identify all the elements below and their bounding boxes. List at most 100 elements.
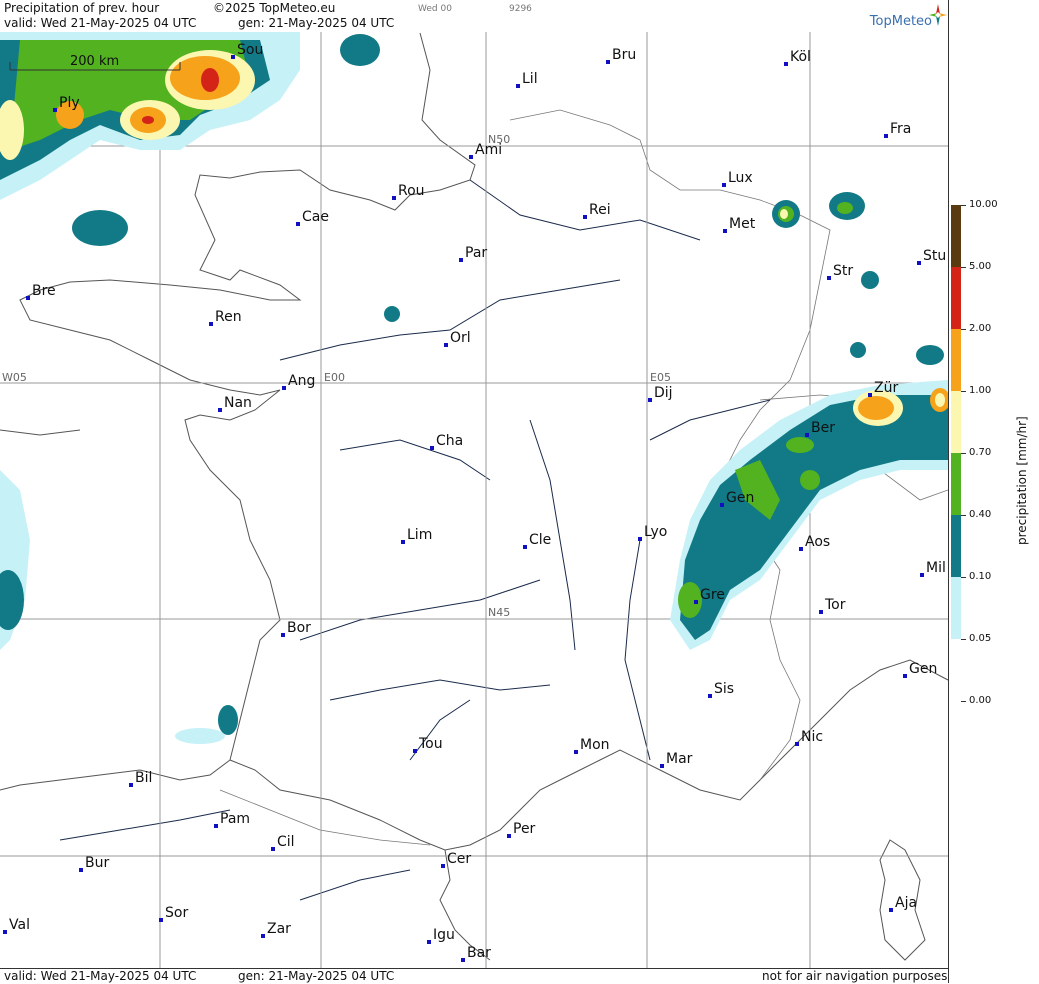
navigation-notice: not for air navigation purposes <box>762 969 948 983</box>
legend-level-label: 1.00 <box>969 385 992 396</box>
city-marker: Val <box>3 917 30 934</box>
city-label: Gen <box>726 490 754 506</box>
city-dot <box>444 343 448 347</box>
city-dot <box>469 155 473 159</box>
legend-color-band <box>951 329 961 391</box>
city-marker: Ang <box>282 373 315 390</box>
city-marker: Lim <box>401 527 432 544</box>
legend-tick <box>961 205 966 206</box>
city-dot <box>459 258 463 262</box>
city-dot <box>26 296 30 300</box>
city-label: Cae <box>302 209 329 225</box>
map-header: Precipitation of prev. hour ©2025 TopMet… <box>0 0 948 32</box>
city-label: Rou <box>398 183 425 199</box>
city-label: Cha <box>436 433 463 449</box>
city-label: Cle <box>529 532 551 548</box>
city-dot <box>819 610 823 614</box>
city-dot <box>889 908 893 912</box>
legend-tick <box>961 453 966 454</box>
city-marker: Ren <box>209 309 242 326</box>
city-dot <box>79 868 83 872</box>
city-dot <box>507 834 511 838</box>
city-marker: Bru <box>606 47 636 64</box>
city-label: Bil <box>135 770 152 786</box>
city-marker: Lyo <box>638 524 667 541</box>
legend-tick <box>961 639 966 640</box>
map-canvas: N50 N45 W05 E00 E05 200 km SouPlyBru Köl… <box>0 32 950 968</box>
lat-label-n45: N45 <box>488 606 510 619</box>
legend-level-label: 0.00 <box>969 695 992 706</box>
city-label: Stu <box>923 248 946 264</box>
city-label: Mar <box>666 751 693 767</box>
city-marker: Mil <box>920 560 946 577</box>
precip-legend: 10.00 5.00 2.00 1.00 0.70 0.40 0.10 0.05 0.00 pr… <box>948 0 1039 983</box>
city-dot <box>441 864 445 868</box>
legend-color-band <box>951 205 961 267</box>
legend-level-label: 0.40 <box>969 509 992 520</box>
city-marker: Sor <box>159 905 188 922</box>
city-marker: Gen <box>903 661 937 678</box>
city-label: Sis <box>714 681 734 697</box>
legend-color-band <box>951 267 961 329</box>
city-label: Ami <box>475 142 502 158</box>
city-marker: Rou <box>392 183 425 200</box>
city-label: Zar <box>267 921 291 937</box>
city-dot <box>523 545 527 549</box>
city-label: Zür <box>874 380 898 396</box>
city-dot <box>427 940 431 944</box>
lon-label-e05: E05 <box>650 371 671 384</box>
city-dot <box>392 196 396 200</box>
copyright: ©2025 TopMeteo.eu <box>213 1 336 15</box>
city-dot <box>720 503 724 507</box>
city-marker: Met <box>723 216 756 233</box>
city-marker: Bar <box>461 945 491 962</box>
city-dot <box>583 215 587 219</box>
city-marker: Cle <box>523 532 551 549</box>
city-label: Aos <box>805 534 830 550</box>
legend-tick <box>961 701 966 702</box>
brand-name: TopMeteo <box>869 14 932 29</box>
lon-label-w05: W05 <box>2 371 27 384</box>
legend-tick <box>961 329 966 330</box>
city-dot <box>722 183 726 187</box>
city-marker: Dij <box>648 385 673 402</box>
city-dot <box>723 229 727 233</box>
city-marker: Tor <box>819 597 846 614</box>
footer-gen-time: gen: 21-May-2025 04 UTC <box>238 969 395 983</box>
city-dot <box>708 694 712 698</box>
city-label: Igu <box>433 927 455 943</box>
city-dot <box>606 60 610 64</box>
city-dot <box>282 386 286 390</box>
city-dot <box>638 537 642 541</box>
scale-bar-label: 200 km <box>70 54 119 69</box>
city-marker: Bre <box>26 283 56 300</box>
legend-color-band <box>951 515 961 577</box>
city-dot <box>53 108 57 112</box>
city-marker: Cha <box>430 433 463 450</box>
run-label: Wed 00 <box>418 4 452 14</box>
legend-tick <box>961 515 966 516</box>
legend-level-label: 2.00 <box>969 323 992 334</box>
city-dot <box>574 750 578 754</box>
city-marker: Mon <box>574 737 610 754</box>
city-dot <box>799 547 803 551</box>
city-label: Orl <box>450 330 471 346</box>
city-label: Tor <box>824 597 846 613</box>
city-label: Bre <box>32 283 56 299</box>
city-marker: Köl <box>784 49 811 66</box>
city-dot <box>805 433 809 437</box>
city-dot <box>884 134 888 138</box>
city-label: Lux <box>728 170 753 186</box>
city-marker: Par <box>459 245 487 262</box>
city-marker: Nic <box>795 729 823 746</box>
city-dot <box>159 918 163 922</box>
city-dot <box>660 764 664 768</box>
topmeteo-logo: TopMeteo <box>853 2 948 32</box>
run-id: 9296 <box>509 4 532 14</box>
city-marker: Per <box>507 821 536 838</box>
city-marker: Str <box>827 263 853 280</box>
city-label: Sor <box>165 905 188 921</box>
legend-level-label: 0.05 <box>969 633 992 644</box>
city-dot <box>516 84 520 88</box>
city-marker: Orl <box>444 330 471 347</box>
